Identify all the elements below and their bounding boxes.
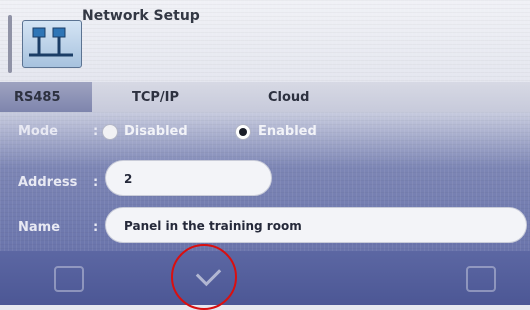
- screen: Network Setup RS485 TCP/IP Cloud Mode : …: [0, 0, 530, 310]
- address-field[interactable]: 2: [105, 160, 272, 196]
- mode-colon: :: [93, 124, 99, 139]
- mode-enabled-radio[interactable]: [235, 124, 251, 140]
- address-colon: :: [93, 175, 99, 190]
- name-label: Name: [18, 220, 61, 235]
- network-icon: [22, 20, 82, 68]
- exit-icon[interactable]: [54, 266, 84, 292]
- mode-disabled-radio[interactable]: [102, 124, 118, 140]
- mode-label: Mode: [18, 124, 58, 139]
- annotation-circle: [171, 244, 237, 310]
- header-accent-bar: [8, 15, 12, 73]
- tab-rs485[interactable]: RS485: [14, 90, 61, 105]
- tab-tcpip[interactable]: TCP/IP: [132, 90, 179, 105]
- mode-disabled-label[interactable]: Disabled: [124, 124, 188, 139]
- name-field[interactable]: Panel in the training room: [105, 207, 527, 243]
- name-colon: :: [93, 220, 99, 235]
- folder-icon[interactable]: [466, 266, 496, 292]
- tab-cloud[interactable]: Cloud: [268, 90, 310, 105]
- page-title: Network Setup: [82, 8, 200, 24]
- address-label: Address: [18, 175, 78, 190]
- mode-enabled-label[interactable]: Enabled: [258, 124, 317, 139]
